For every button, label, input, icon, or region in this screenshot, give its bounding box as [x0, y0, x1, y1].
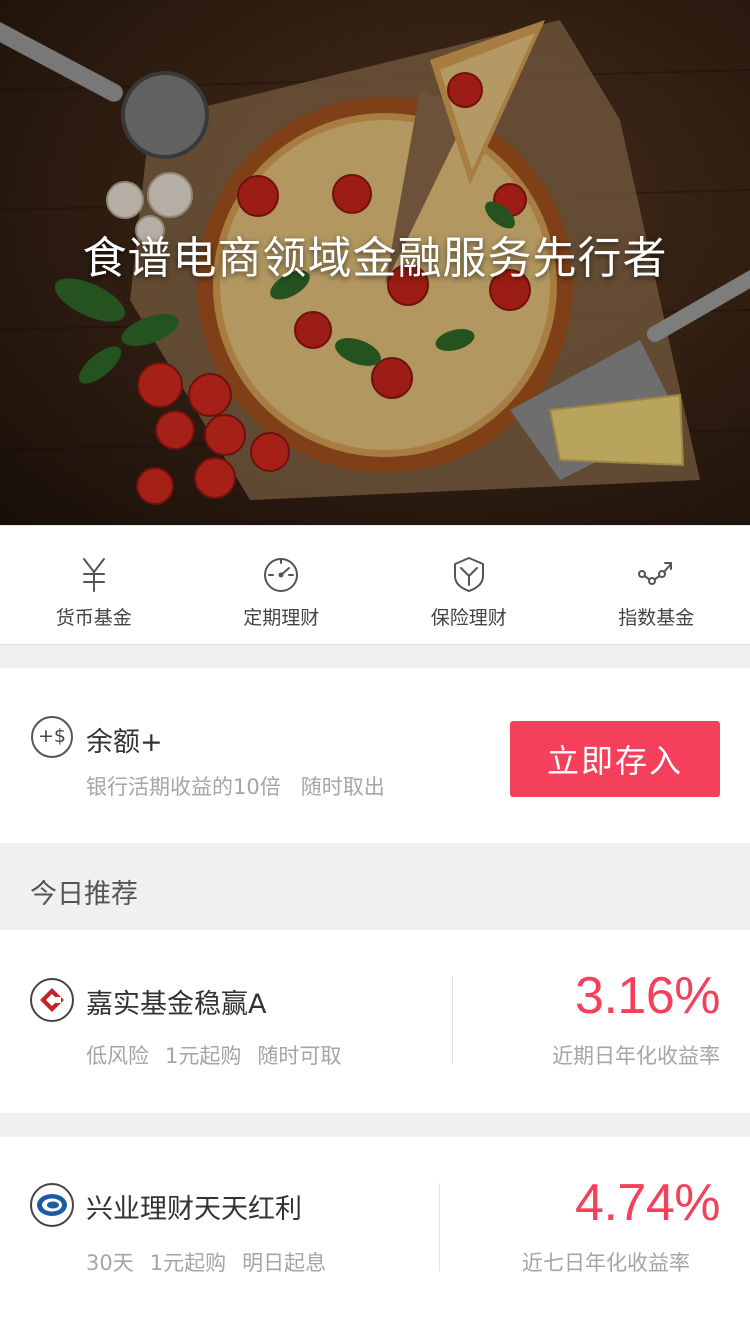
nav-item-insurance[interactable]: 保险理财	[375, 526, 563, 644]
product-rate: 4.74%	[575, 1174, 720, 1232]
recommend-section-title: 今日推荐	[30, 879, 138, 910]
divider	[439, 1183, 440, 1271]
hero-banner: 食谱电商领域金融服务先行者	[0, 0, 750, 525]
nav-item-fixed-term[interactable]: 定期理财	[188, 526, 376, 644]
product-name: 兴业理财天天红利	[86, 1194, 302, 1225]
deposit-now-button[interactable]: 立即存入	[510, 721, 720, 797]
nav-item-index-fund[interactable]: 指数基金	[563, 526, 750, 644]
product-card[interactable]: 兴业理财天天红利 30天 1元起购 明日起息 4.74% 近七日年化收益率	[0, 1137, 750, 1320]
shield-icon	[453, 557, 484, 592]
nav-item-money-fund[interactable]: 货币基金	[0, 526, 188, 644]
balance-name: 余额+	[86, 727, 163, 758]
cib-bank-logo	[30, 1183, 74, 1227]
product-rate: 3.16%	[575, 967, 720, 1025]
divider	[452, 976, 453, 1064]
yuan-icon	[82, 558, 105, 592]
balance-plus-card: +$ 余额+ 银行活期收益的10倍 随时取出 立即存入	[0, 668, 750, 843]
product-tags: 低风险 1元起购 随时可取	[86, 1044, 342, 1068]
nav-label: 货币基金	[55, 607, 132, 629]
quick-nav: 货币基金 定期理财 保险理财 指数基金	[0, 525, 750, 645]
nav-label: 保险理财	[430, 607, 507, 629]
trend-icon	[638, 562, 673, 585]
rate-label: 近七日年化收益率	[522, 1251, 690, 1275]
product-tags: 30天 1元起购 明日起息	[86, 1251, 327, 1275]
nav-label: 定期理财	[243, 607, 320, 629]
clock-icon	[264, 558, 299, 592]
harvest-fund-logo	[30, 978, 74, 1022]
rate-label: 近期日年化收益率	[552, 1044, 720, 1068]
nav-label: 指数基金	[618, 607, 695, 629]
balance-desc: 银行活期收益的10倍 随时取出	[86, 775, 385, 799]
dollar-plus-icon: +$	[31, 716, 73, 758]
product-name: 嘉实基金稳赢A	[86, 989, 267, 1020]
hero-title: 食谱电商领域金融服务先行者	[82, 233, 668, 284]
product-card[interactable]: 嘉实基金稳赢A 低风险 1元起购 随时可取 3.16% 近期日年化收益率	[0, 930, 750, 1113]
